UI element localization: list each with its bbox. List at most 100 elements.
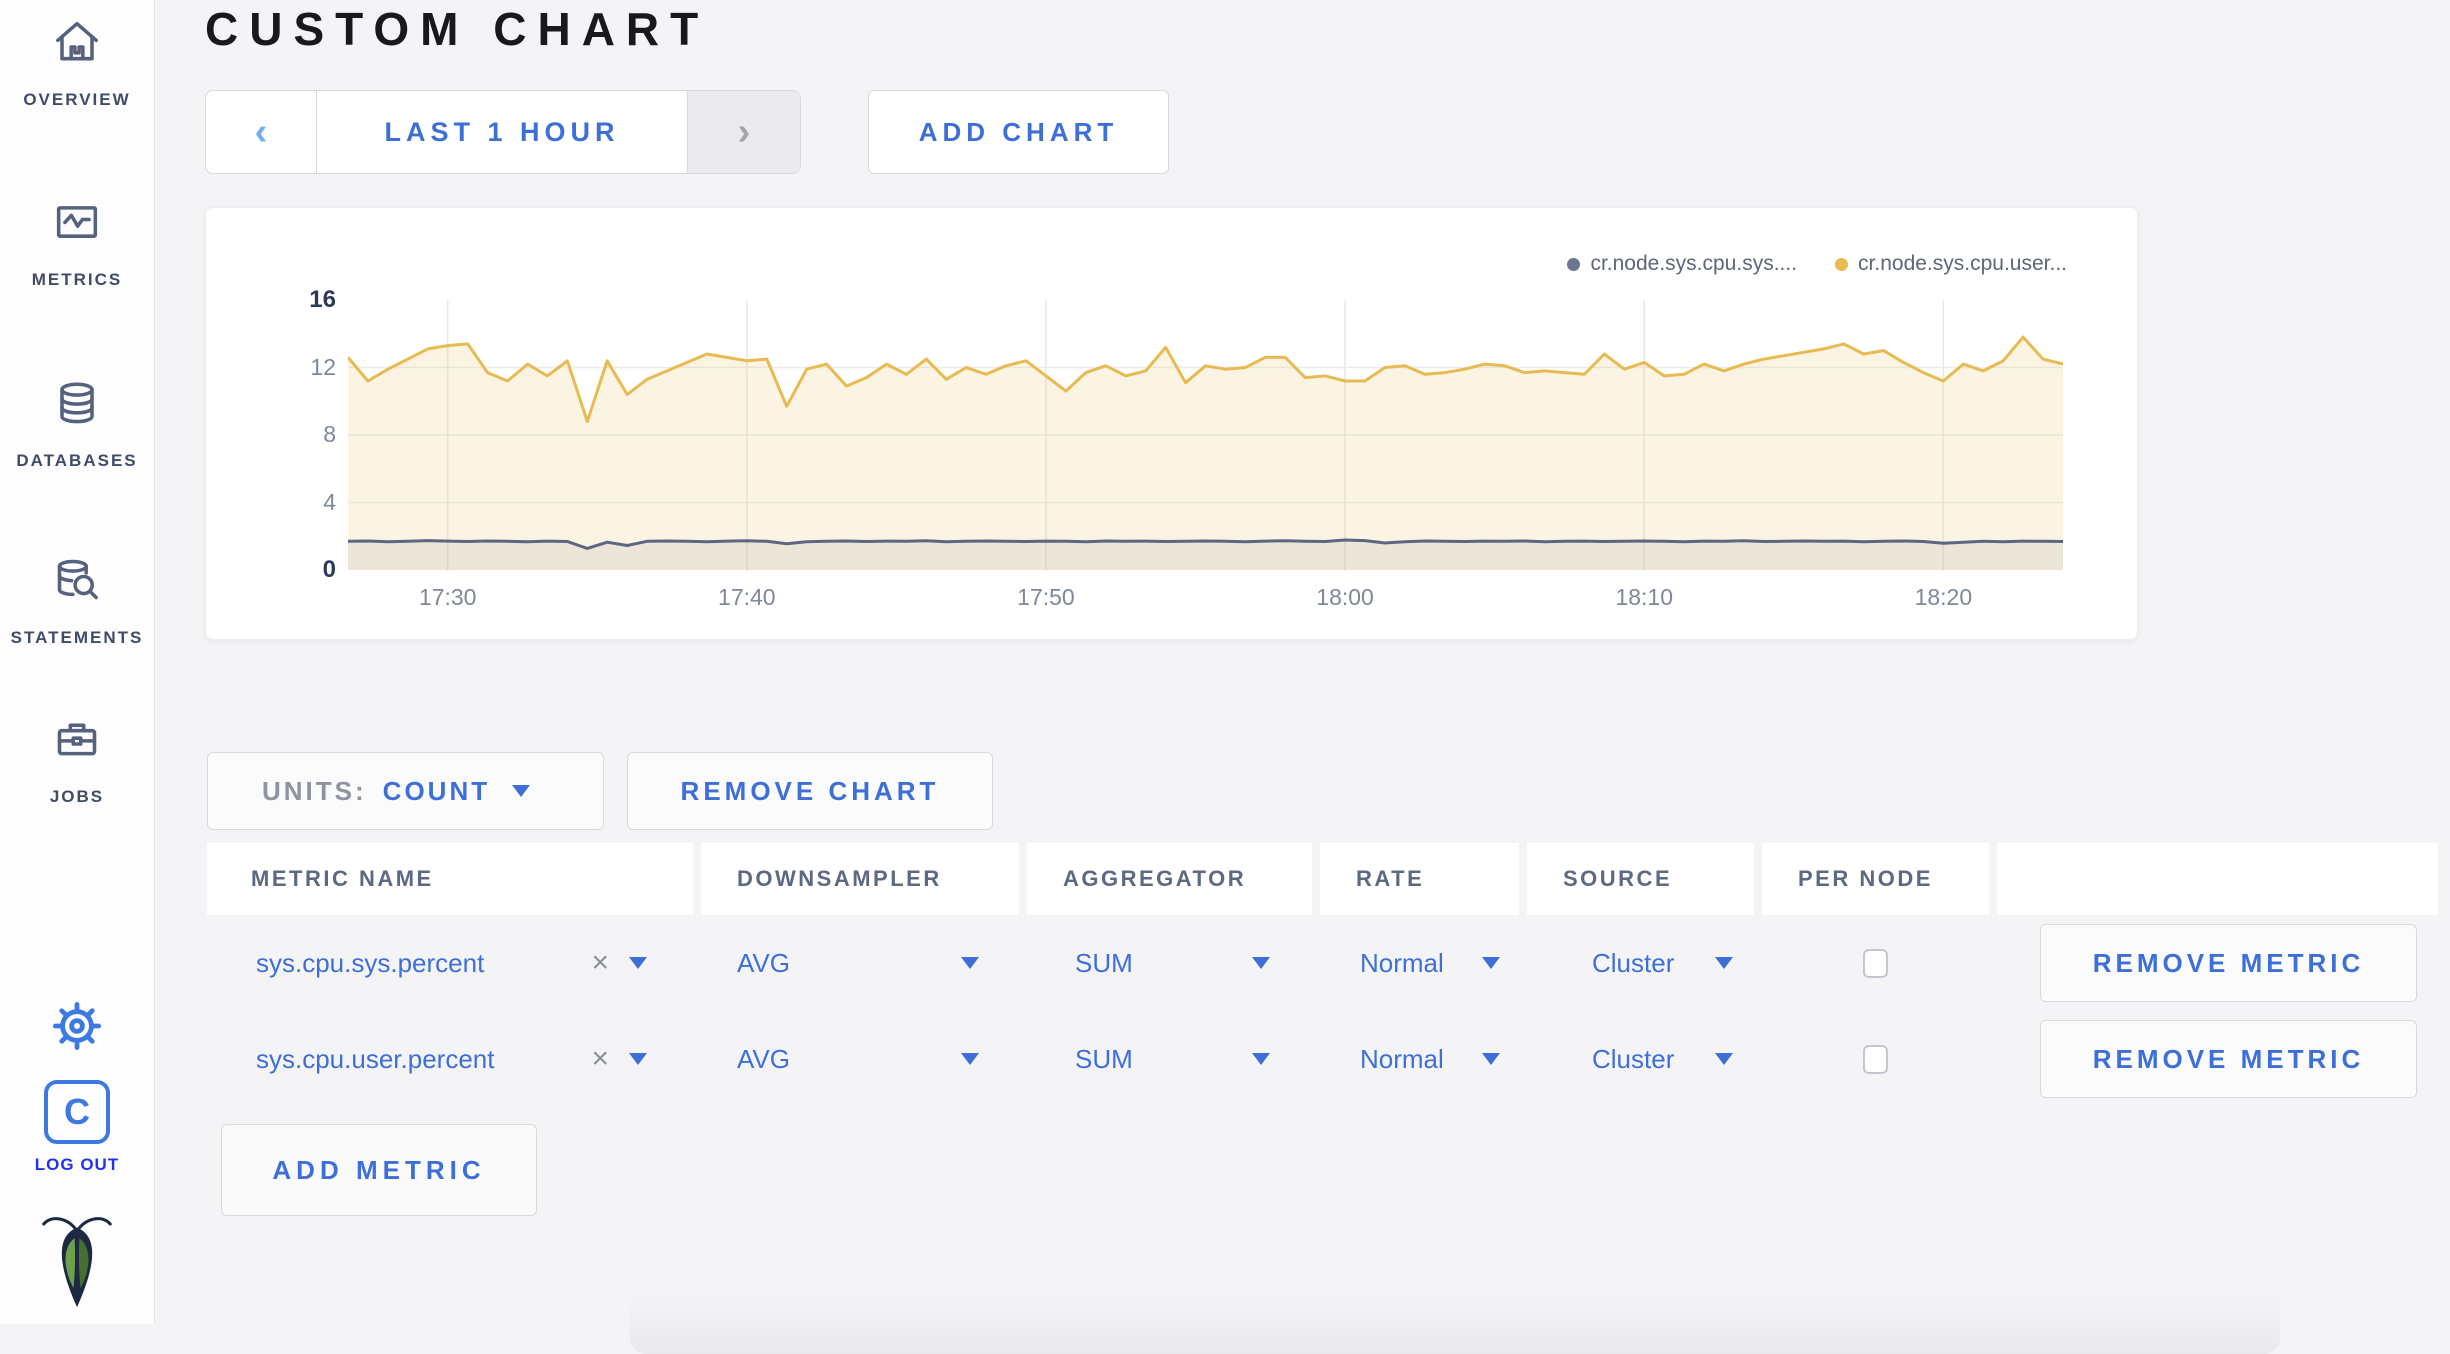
legend-label: cr.node.sys.cpu.user... (1858, 252, 2067, 275)
page-title: CUSTOM CHART (205, 3, 710, 55)
column-header-actions (1997, 843, 2438, 915)
units-value: COUNT (382, 775, 491, 806)
remove-metric-button[interactable]: REMOVE METRIC (2040, 924, 2417, 1002)
column-header-source: SOURCE (1527, 843, 1754, 915)
remove-metric-button[interactable]: REMOVE METRIC (2040, 1020, 2417, 1098)
sidebar-item-label: METRICS (31, 270, 123, 289)
sidebar-item-label: JOBS (49, 787, 105, 806)
x-tick-label: 17:30 (418, 584, 477, 610)
metric-row: sys.cpu.sys.percent × AVG SUM Normal Clu… (207, 915, 2438, 1011)
column-header-metric-name: METRIC NAME (207, 843, 693, 915)
rate-value: Normal (1360, 1043, 1444, 1074)
sidebar-item-label: STATEMENTS (10, 628, 144, 647)
add-chart-button[interactable]: ADD CHART (868, 90, 1169, 174)
chevron-down-icon (1252, 1053, 1270, 1065)
aggregator-value: SUM (1075, 947, 1133, 978)
add-metric-button[interactable]: ADD METRIC (221, 1124, 537, 1216)
chevron-down-icon (1482, 1053, 1500, 1065)
time-range-prev-button[interactable]: ‹ (206, 91, 317, 173)
chevron-down-icon (629, 1053, 647, 1065)
sidebar-item-overview[interactable]: OVERVIEW (0, 17, 154, 110)
legend-item[interactable]: cr.node.sys.cpu.user... (1835, 252, 2067, 276)
per-node-cell (1762, 915, 1989, 1011)
logout-button[interactable]: C LOG OUT (0, 1080, 154, 1175)
column-header-downsampler: DOWNSAMPLER (701, 843, 1019, 915)
sidebar-item-metrics[interactable]: METRICS (0, 197, 154, 290)
metric-name-dropdown[interactable]: sys.cpu.sys.percent × (207, 915, 693, 1011)
cockroach-bug-logo (0, 1212, 154, 1312)
metric-row: sys.cpu.user.percent × AVG SUM Normal Cl… (207, 1011, 2438, 1107)
legend-item[interactable]: cr.node.sys.cpu.sys.... (1567, 252, 1797, 276)
source-value: Cluster (1592, 1043, 1675, 1074)
metrics-icon (52, 197, 102, 252)
chevron-down-icon (1482, 957, 1500, 969)
legend-dot-sys (1567, 257, 1581, 271)
chevron-down-icon (961, 957, 979, 969)
timeseries-plot[interactable] (348, 300, 2063, 570)
chart-card: cr.node.sys.cpu.sys.... cr.node.sys.cpu.… (205, 207, 2138, 640)
x-tick-label: 17:40 (718, 584, 776, 610)
rate-dropdown[interactable]: Normal (1320, 1011, 1519, 1107)
downsampler-value: AVG (737, 947, 790, 978)
metric-name-value: sys.cpu.sys.percent (256, 947, 485, 978)
sidebar-item-databases[interactable]: DATABASES (0, 378, 154, 471)
metrics-table-header: METRIC NAME DOWNSAMPLER AGGREGATOR RATE … (207, 843, 2438, 915)
column-header-aggregator: AGGREGATOR (1027, 843, 1312, 915)
time-range-selector: ‹ LAST 1 HOUR › (205, 90, 801, 174)
units-dropdown[interactable]: UNITS: COUNT (207, 752, 604, 830)
chevron-right-icon: › (737, 110, 751, 153)
y-tick-label: 12 (310, 353, 336, 380)
sidebar-item-label: DATABASES (16, 451, 138, 470)
column-header-per-node: PER NODE (1762, 843, 1989, 915)
aggregator-value: SUM (1075, 1043, 1133, 1074)
actions-cell: REMOVE METRIC (1997, 1011, 2438, 1107)
chevron-down-icon (512, 785, 531, 797)
remove-chart-button[interactable]: REMOVE CHART (627, 752, 993, 830)
logout-label: LOG OUT (34, 1155, 120, 1174)
downsampler-value: AVG (737, 1043, 790, 1074)
scroll-shadow (630, 1294, 2280, 1354)
source-dropdown[interactable]: Cluster (1527, 915, 1754, 1011)
rate-dropdown[interactable]: Normal (1320, 915, 1519, 1011)
series-area-1 (348, 337, 2063, 570)
clear-icon[interactable]: × (591, 1042, 609, 1076)
aggregator-dropdown[interactable]: SUM (1027, 915, 1312, 1011)
downsampler-dropdown[interactable]: AVG (701, 915, 1019, 1011)
chevron-down-icon (961, 1053, 979, 1065)
per-node-checkbox[interactable] (1863, 1044, 1888, 1074)
downsampler-dropdown[interactable]: AVG (701, 1011, 1019, 1107)
chart-legend: cr.node.sys.cpu.sys.... cr.node.sys.cpu.… (1567, 252, 2067, 276)
chevron-down-icon (1252, 957, 1270, 969)
actions-cell: REMOVE METRIC (1997, 915, 2438, 1011)
clear-icon[interactable]: × (591, 946, 609, 980)
time-range-dropdown[interactable]: LAST 1 HOUR (317, 91, 687, 173)
time-range-next-button[interactable]: › (687, 91, 800, 173)
x-tick-label: 18:00 (1316, 584, 1374, 610)
chevron-down-icon (1715, 1053, 1733, 1065)
legend-dot-user (1835, 257, 1849, 271)
x-tick-label: 18:20 (1914, 584, 1973, 610)
home-icon (52, 17, 102, 72)
aggregator-dropdown[interactable]: SUM (1027, 1011, 1312, 1107)
rate-value: Normal (1360, 947, 1444, 978)
y-tick-label: 16 (309, 286, 336, 313)
sidebar-item-jobs[interactable]: JOBS (0, 714, 154, 807)
y-tick-label: 0 (322, 556, 336, 583)
per-node-cell (1762, 1011, 1989, 1107)
source-value: Cluster (1592, 947, 1675, 978)
metric-name-dropdown[interactable]: sys.cpu.user.percent × (207, 1011, 693, 1107)
column-header-rate: RATE (1320, 843, 1519, 915)
y-tick-label: 4 (323, 488, 336, 515)
per-node-checkbox[interactable] (1863, 948, 1888, 978)
x-tick-label: 18:10 (1615, 584, 1673, 610)
metric-name-value: sys.cpu.user.percent (256, 1043, 495, 1074)
sidebar: OVERVIEW METRICS DATABASES STATEMENTS JO… (0, 0, 155, 1324)
settings-button[interactable] (0, 1002, 154, 1055)
sidebar-item-statements[interactable]: STATEMENTS (0, 555, 154, 648)
chevron-down-icon (629, 957, 647, 969)
cockroach-c-icon: C (44, 1080, 110, 1144)
jobs-icon (52, 714, 102, 769)
source-dropdown[interactable]: Cluster (1527, 1011, 1754, 1107)
chevron-left-icon: ‹ (254, 110, 268, 153)
databases-icon (52, 378, 102, 433)
